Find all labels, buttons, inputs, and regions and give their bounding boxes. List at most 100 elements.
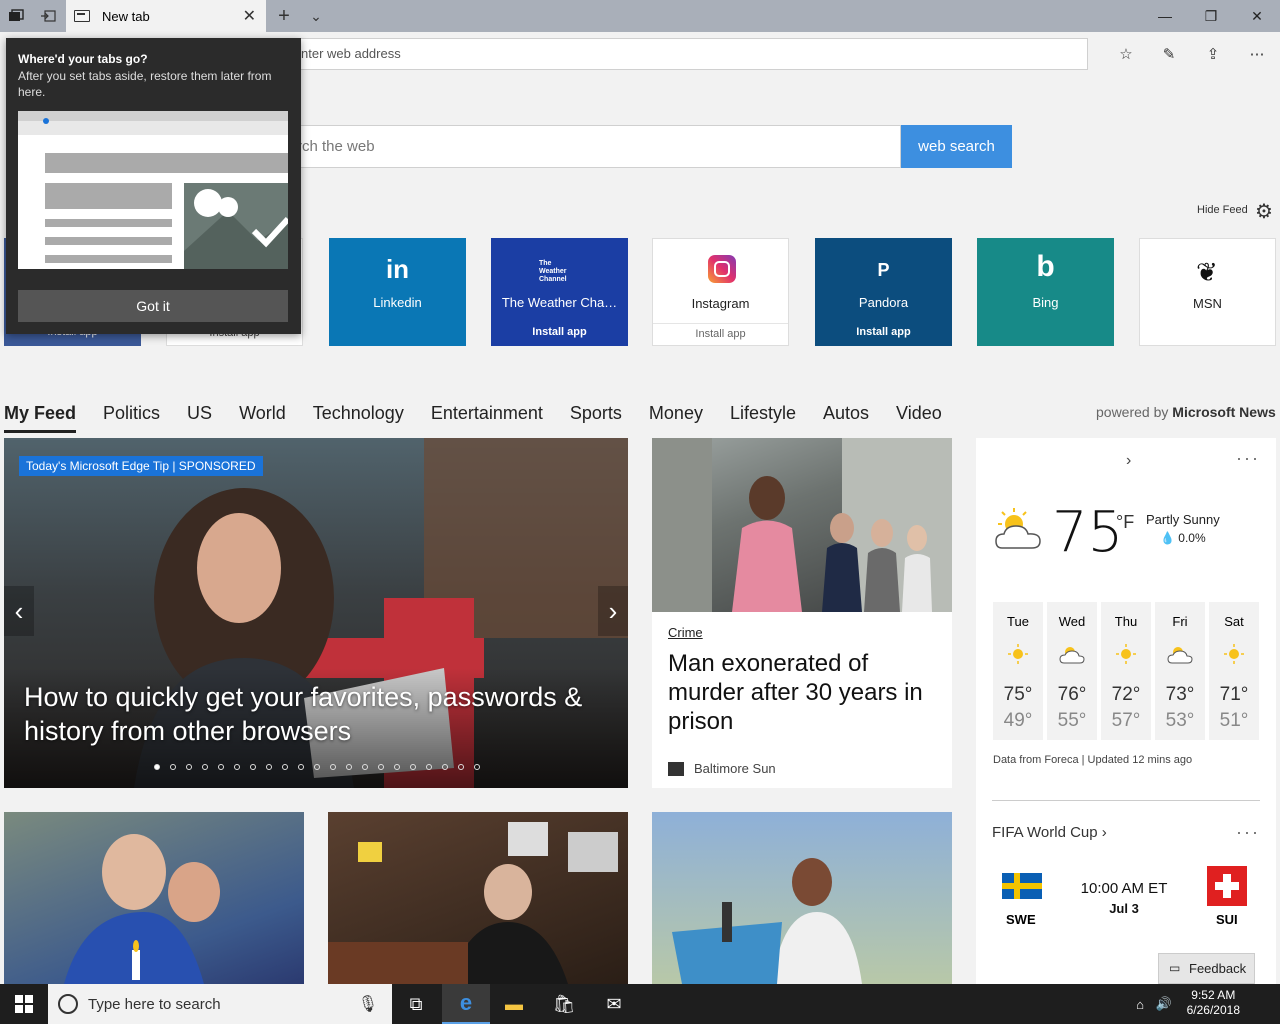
more-icon[interactable]: ⋯ xyxy=(1237,40,1277,68)
forecast-day[interactable]: Wed 76° 55° xyxy=(1047,602,1097,740)
tile-bing[interactable]: b Bing xyxy=(977,238,1114,346)
feedback-button[interactable]: ▭ Feedback xyxy=(1158,953,1255,984)
new-tab-button[interactable]: + xyxy=(268,0,300,32)
carousel-dot[interactable] xyxy=(234,764,240,770)
news-card-image[interactable] xyxy=(652,812,952,984)
tab-world[interactable]: World xyxy=(239,400,286,430)
sweden-flag-icon xyxy=(1002,873,1042,899)
share-icon[interactable]: ⇪ xyxy=(1193,40,1233,68)
article-source[interactable]: Baltimore Sun xyxy=(668,761,776,776)
hero-title[interactable]: How to quickly get your favorites, passw… xyxy=(24,680,614,748)
weather-next-icon[interactable]: › xyxy=(1126,452,1131,470)
carousel-dot[interactable] xyxy=(154,764,160,770)
tab-sports[interactable]: Sports xyxy=(570,400,622,430)
carousel-prev-icon[interactable]: ‹ xyxy=(4,586,34,636)
news-card-image[interactable] xyxy=(4,812,304,984)
tab-lifestyle[interactable]: Lifestyle xyxy=(730,400,796,430)
carousel-dot[interactable] xyxy=(298,764,304,770)
carousel-dot[interactable] xyxy=(314,764,320,770)
article-title[interactable]: Man exonerated of murder after 30 years … xyxy=(668,649,938,736)
carousel-dot[interactable] xyxy=(410,764,416,770)
tab-money[interactable]: Money xyxy=(649,400,703,430)
taskbar-clock[interactable]: 9:52 AM 6/26/2018 xyxy=(1187,988,1240,1018)
tile-install-label[interactable]: Install app xyxy=(815,326,952,338)
tab-my-feed[interactable]: My Feed xyxy=(4,400,77,433)
temperature-unit[interactable]: °F xyxy=(1116,512,1134,533)
news-card-crime[interactable]: Crime Man exonerated of murder after 30 … xyxy=(652,438,952,788)
page-icon xyxy=(74,10,90,22)
tile-weather-channel[interactable]: The Weather Channel The Weather Cha… Ins… xyxy=(491,238,628,346)
carousel-dot[interactable] xyxy=(474,764,480,770)
carousel-dot[interactable] xyxy=(442,764,448,770)
forecast-day[interactable]: Fri 73° 53° xyxy=(1155,602,1205,740)
carousel-dot[interactable] xyxy=(458,764,464,770)
set-tabs-aside-icon[interactable] xyxy=(32,0,64,32)
tile-linkedin[interactable]: in Linkedin xyxy=(329,238,466,346)
carousel-dot[interactable] xyxy=(266,764,272,770)
got-it-button[interactable]: Got it xyxy=(18,290,288,322)
tab-autos[interactable]: Autos xyxy=(823,400,869,430)
carousel-dot[interactable] xyxy=(186,764,192,770)
carousel-dot[interactable] xyxy=(282,764,288,770)
carousel-dot[interactable] xyxy=(378,764,384,770)
fifa-more-icon[interactable]: ··· xyxy=(1236,822,1260,843)
carousel-dot[interactable] xyxy=(426,764,432,770)
carousel-dot[interactable] xyxy=(250,764,256,770)
edge-icon[interactable]: e xyxy=(442,984,490,1024)
carousel-next-icon[interactable]: › xyxy=(598,586,628,636)
restore-button[interactable]: ❐ xyxy=(1188,0,1234,32)
tile-msn[interactable]: ❦ MSN xyxy=(1139,238,1276,346)
windows-start-icon[interactable] xyxy=(0,984,48,1024)
pen-icon[interactable]: ✎ xyxy=(1149,40,1189,68)
carousel-dot[interactable] xyxy=(202,764,208,770)
carousel-dot[interactable] xyxy=(330,764,336,770)
task-view-icon[interactable]: ⧉ xyxy=(392,984,440,1024)
tab-preview-icon[interactable] xyxy=(0,0,32,32)
carousel-dot[interactable] xyxy=(218,764,224,770)
tab-video[interactable]: Video xyxy=(896,400,942,430)
address-input[interactable]: nter web address xyxy=(192,38,1088,70)
microphone-icon[interactable]: 🎙 xyxy=(358,994,378,1014)
minimize-button[interactable]: — xyxy=(1142,0,1188,32)
powered-brand: Microsoft News xyxy=(1172,404,1276,420)
tab-us[interactable]: US xyxy=(187,400,212,430)
mail-icon[interactable]: ✉ xyxy=(590,984,638,1024)
tab-entertainment[interactable]: Entertainment xyxy=(431,400,543,430)
instagram-logo-icon xyxy=(708,255,736,283)
store-icon[interactable]: 🛍 xyxy=(540,984,588,1024)
carousel-dot[interactable] xyxy=(394,764,400,770)
favorites-star-icon[interactable]: ☆ xyxy=(1106,40,1146,68)
news-card-image[interactable] xyxy=(328,812,628,984)
tile-instagram[interactable]: Instagram Install app xyxy=(652,238,789,346)
category-link[interactable]: Crime xyxy=(668,625,703,640)
raindrop-icon: 💧 xyxy=(1160,531,1175,545)
carousel-dot[interactable] xyxy=(170,764,176,770)
news-category-nav: My Feed Politics US World Technology Ent… xyxy=(4,400,969,433)
forecast-day[interactable]: Sat 71° 51° xyxy=(1209,602,1259,740)
tile-pandora[interactable]: P Pandora Install app xyxy=(815,238,952,346)
weather-more-icon[interactable]: ··· xyxy=(1236,448,1260,469)
carousel-dot[interactable] xyxy=(362,764,368,770)
search-input[interactable]: rch the web xyxy=(286,125,901,168)
news-photo xyxy=(328,822,618,984)
tab-politics[interactable]: Politics xyxy=(103,400,160,430)
volume-icon[interactable]: 🔊 xyxy=(1140,984,1188,1024)
forecast-day[interactable]: Thu 72° 57° xyxy=(1101,602,1151,740)
forecast-day[interactable]: Tue 75° 49° xyxy=(993,602,1043,740)
carousel-dot[interactable] xyxy=(346,764,352,770)
tab-close-icon[interactable]: ✕ xyxy=(243,6,256,26)
tile-install-label[interactable]: Install app xyxy=(491,326,628,338)
hero-carousel[interactable]: Today's Microsoft Edge Tip | SPONSORED H… xyxy=(4,438,628,788)
tab-list-chevron-icon[interactable]: ⌄ xyxy=(300,0,332,32)
file-explorer-icon[interactable]: ▬ xyxy=(490,984,538,1024)
close-button[interactable]: ✕ xyxy=(1234,0,1280,32)
taskbar-search-input[interactable]: Type here to search 🎙 xyxy=(48,984,392,1024)
tile-install-label[interactable]: Install app xyxy=(653,323,788,340)
gear-icon[interactable]: ⚙ xyxy=(1255,199,1273,224)
fifa-title-link[interactable]: FIFA World Cup › xyxy=(992,824,1107,841)
tab-new-tab[interactable]: New tab ✕ xyxy=(66,0,266,32)
web-search-button[interactable]: web search xyxy=(901,125,1012,168)
hide-feed-link[interactable]: Hide Feed xyxy=(1197,204,1248,216)
tab-technology[interactable]: Technology xyxy=(313,400,404,430)
weather-source[interactable]: Data from Foreca | Updated 12 mins ago xyxy=(993,754,1192,766)
